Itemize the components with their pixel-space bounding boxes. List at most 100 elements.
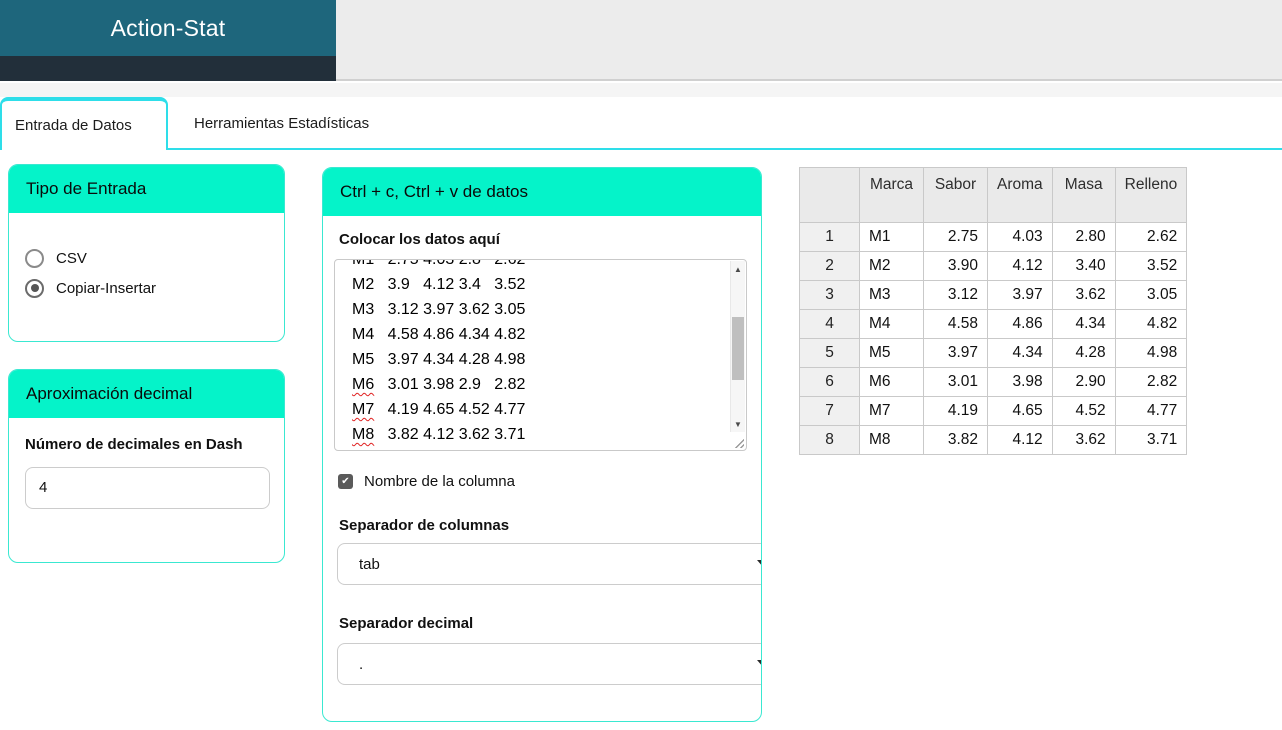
table-cell: 4 [799,309,860,339]
tab-bar-underline [168,148,1282,150]
paste-panel: Ctrl + c, Ctrl + v de datos Colocar los … [322,167,762,722]
table-cell: 3.05 [1114,280,1188,310]
decimals-panel-title: Aproximación decimal [26,384,193,403]
input-type-radio-group: CSV Copiar-Insertar [9,247,284,299]
decimal-separator-select[interactable]: . [337,643,761,685]
table-cell: 4.82 [1114,309,1188,339]
radio-option-csv[interactable]: CSV [25,247,284,269]
textarea-scrollbar[interactable]: ▲ ▼ [730,261,745,432]
table-cell: 7 [799,396,860,426]
table-cell: 4.12 [987,251,1053,281]
table-row: 6 M6 3.01 3.98 2.90 2.82 [799,367,1188,397]
header-gap-strip [0,83,1282,97]
dropdown-arrow-icon [757,660,761,668]
table-cell: 2.62 [1114,222,1188,252]
table-cell: 2.82 [1114,367,1188,397]
scrollbar-thumb[interactable] [732,317,744,380]
data-table-container: Marca Sabor Aroma Masa Relleno 1 M1 2.75 4.03 2.… [799,167,1188,455]
radio-label-csv: CSV [56,249,87,267]
decimals-panel-header: Aproximación decimal [9,370,284,418]
tab-entrada-de-datos[interactable]: Entrada de Datos [0,97,168,150]
decimals-input-label: Número de decimales en Dash [25,436,243,453]
table-header-cell: Aroma [987,167,1053,223]
decimal-separator-label: Separador decimal [339,615,474,632]
table-cell: 3.90 [923,251,988,281]
paste-textarea-label: Colocar los datos aquí [339,231,500,248]
table-cell: 4.58 [923,309,988,339]
data-table-body: 1 M1 2.75 4.03 2.80 2.62 2 M2 3.90 4.12 3.40 3.52 3 M… [799,222,1188,455]
table-row: 3 M3 3.12 3.97 3.62 3.05 [799,280,1188,310]
tab-entrada-label: Entrada de Datos [15,117,132,134]
textarea-line: M2 3.9 4.12 3.4 3.52 [352,276,526,293]
table-cell: 3.82 [923,425,988,455]
radio-button-csv[interactable] [25,248,44,268]
table-cell: 3.97 [987,280,1053,310]
column-separator-select[interactable]: tab [337,543,761,585]
textarea-line: M7 4.19 4.65 4.52 4.77 [352,401,526,418]
paste-textarea-content: M1 2.75 4.03 2.8 2.62 M2 3.9 4.12 3.4 3.5… [335,259,728,447]
column-separator-label: Separador de columnas [339,517,510,534]
textarea-line: M6 3.01 3.98 2.9 2.82 [352,376,526,393]
data-table-head: Marca Sabor Aroma Masa Relleno [799,167,1188,223]
data-textarea[interactable]: M1 2.75 4.03 2.8 2.62 M2 3.9 4.12 3.4 3.5… [334,259,747,451]
table-cell: 3.62 [1051,425,1116,455]
table-cell: M2 [859,251,924,281]
scrollbar-track[interactable] [731,277,745,416]
table-cell: M5 [859,338,924,368]
table-header-cell: Sabor [923,167,988,223]
scroll-down-icon[interactable]: ▼ [731,416,745,432]
table-cell: 3 [799,280,860,310]
table-cell: M3 [859,280,924,310]
table-cell: 4.12 [987,425,1053,455]
table-cell: M7 [859,396,924,426]
table-cell: 4.03 [987,222,1053,252]
radio-button-copiar-insertar[interactable] [25,278,44,298]
textarea-line: M1 2.75 4.03 2.8 2.62 [352,259,526,268]
decimal-separator-value: . [359,655,364,673]
column-name-checkbox[interactable]: ✔ [338,474,353,489]
table-cell: 3.71 [1114,425,1188,455]
table-cell: 3.62 [1051,280,1116,310]
table-cell: 4.19 [923,396,988,426]
table-header-row: Marca Sabor Aroma Masa Relleno [799,167,1188,223]
table-cell: M1 [859,222,924,252]
table-row: 4 M4 4.58 4.86 4.34 4.82 [799,309,1188,339]
table-cell: 2.75 [923,222,988,252]
textarea-line: M5 3.97 4.34 4.28 4.98 [352,351,526,368]
textarea-line: M4 4.58 4.86 4.34 4.82 [352,326,526,343]
tab-herramientas-estadisticas[interactable]: Herramientas Estadísticas [170,97,369,150]
app-title: Action-Stat [110,14,226,41]
column-separator-value: tab [359,555,380,573]
dropdown-arrow-icon [757,560,761,568]
table-cell: 3.12 [923,280,988,310]
table-cell: 1 [799,222,860,252]
textarea-resize-handle-icon[interactable] [733,437,744,448]
table-cell: 2 [799,251,860,281]
paste-panel-header: Ctrl + c, Ctrl + v de datos [323,168,761,216]
table-header-cell [799,167,860,223]
table-cell: 5 [799,338,860,368]
table-cell: 3.98 [987,367,1053,397]
table-cell: 8 [799,425,860,455]
scroll-up-icon[interactable]: ▲ [731,261,745,277]
data-table: Marca Sabor Aroma Masa Relleno 1 M1 2.75 4.03 2.… [799,167,1188,455]
table-header-cell: Relleno [1114,167,1188,223]
textarea-line: M8 3.82 4.12 3.62 3.71 [352,426,526,443]
column-name-checkbox-row[interactable]: ✔ Nombre de la columna [338,473,515,490]
table-cell: M8 [859,425,924,455]
textarea-line: M3 3.12 3.97 3.62 3.05 [352,301,526,318]
table-cell: 4.34 [987,338,1053,368]
table-cell: 3.52 [1114,251,1188,281]
radio-option-copiar-insertar[interactable]: Copiar-Insertar [25,277,284,299]
tab-herramientas-label: Herramientas Estadísticas [194,115,370,132]
table-header-cell: Marca [859,167,924,223]
table-cell: 3.01 [923,367,988,397]
table-cell: M6 [859,367,924,397]
table-cell: 4.28 [1051,338,1116,368]
decimals-input[interactable] [25,466,270,509]
input-type-panel-header: Tipo de Entrada [9,165,284,213]
table-cell: 4.52 [1051,396,1116,426]
table-row: 2 M2 3.90 4.12 3.40 3.52 [799,251,1188,281]
input-type-panel-title: Tipo de Entrada [26,179,147,198]
action-stat-app: { "app": { "title": "Action-Stat" }, "ta… [0,0,1282,730]
